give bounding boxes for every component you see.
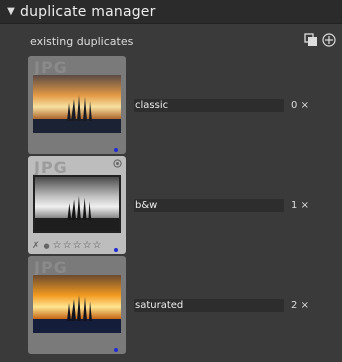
reject-icon[interactable]: ✗ bbox=[32, 241, 40, 251]
version-count: 2 × bbox=[291, 300, 309, 311]
thumbnail-cell[interactable]: JPG bbox=[28, 56, 126, 154]
thumbnail-image[interactable] bbox=[33, 175, 121, 233]
duplicates-subheader: existing duplicates bbox=[0, 30, 342, 52]
add-circle-icon[interactable] bbox=[322, 33, 336, 47]
star-icon[interactable]: ☆ bbox=[83, 240, 92, 251]
duplicate-row[interactable]: JPG ✗ ● ☆ ☆ ☆ ☆ ☆ b&w 1 × bbox=[0, 156, 342, 254]
duplicate-row[interactable]: JPG saturated 2 × bbox=[0, 256, 342, 354]
triangle-down-icon[interactable]: ▼ bbox=[4, 6, 18, 17]
version-count: 0 × bbox=[291, 100, 309, 111]
star-icon[interactable]: ☆ bbox=[63, 240, 72, 251]
section-label: existing duplicates bbox=[30, 34, 134, 48]
star-icon[interactable]: ☆ bbox=[73, 240, 82, 251]
duplicate-row[interactable]: JPG classic 0 × bbox=[0, 56, 342, 154]
star-icon[interactable]: ☆ bbox=[53, 240, 62, 251]
marker-dot bbox=[114, 248, 118, 252]
altered-icon bbox=[113, 159, 122, 168]
rating-dot-icon: ● bbox=[43, 241, 50, 250]
duplicate-tools bbox=[304, 33, 336, 47]
rating-stars[interactable]: ✗ ● ☆ ☆ ☆ ☆ ☆ bbox=[32, 240, 102, 251]
star-icon[interactable]: ☆ bbox=[93, 240, 102, 251]
duplicate-icon[interactable] bbox=[304, 33, 318, 47]
marker-dot bbox=[114, 148, 118, 152]
panel-title: duplicate manager bbox=[20, 3, 156, 20]
thumbnail-image[interactable] bbox=[33, 275, 121, 333]
version-name-field[interactable]: classic bbox=[134, 99, 284, 112]
version-name-field[interactable]: saturated bbox=[134, 299, 284, 312]
version-count: 1 × bbox=[291, 200, 309, 211]
panel-header[interactable]: ▼ duplicate manager bbox=[0, 0, 342, 24]
duplicate-manager-panel: ▼ duplicate manager existing duplicates … bbox=[0, 0, 342, 362]
version-name-field[interactable]: b&w bbox=[134, 199, 284, 212]
thumbnail-cell[interactable]: JPG bbox=[28, 256, 126, 354]
thumbnail-cell[interactable]: JPG ✗ ● ☆ ☆ ☆ ☆ ☆ bbox=[28, 156, 126, 254]
marker-dot bbox=[114, 348, 118, 352]
thumbnail-image[interactable] bbox=[33, 75, 121, 133]
